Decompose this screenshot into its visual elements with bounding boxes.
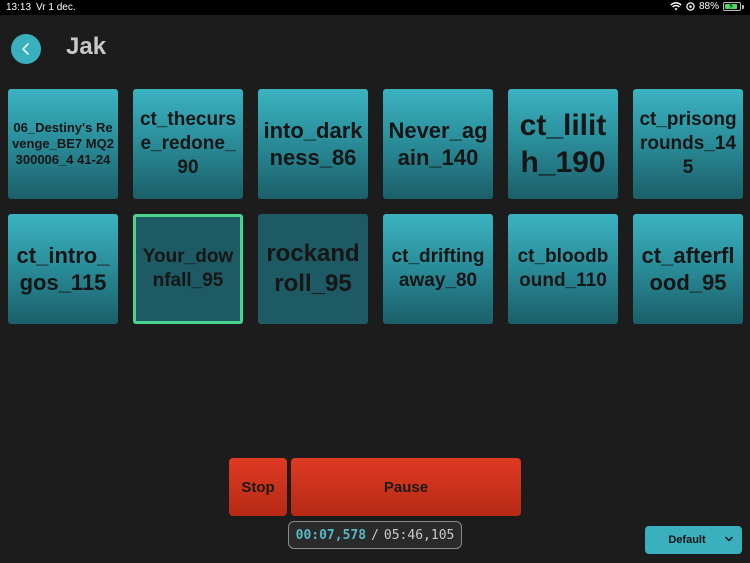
- sound-tile-grid: 06_Destiny's Revenge_BE7 MQ2300006_4 41-…: [8, 89, 743, 324]
- sound-tile[interactable]: Never_again_140: [383, 89, 493, 199]
- charging-bolt-icon: ⚡: [728, 1, 735, 11]
- chevron-down-icon: [724, 536, 734, 542]
- sound-tile-label: ct_afterflood_95: [641, 242, 735, 296]
- sound-tile[interactable]: ct_lilith_190: [508, 89, 618, 199]
- status-indicators: 88% ⚡: [670, 1, 744, 12]
- preset-selected-value: Default: [668, 534, 706, 546]
- sound-tile-label: ct_lilith_190: [519, 108, 607, 180]
- chevron-left-icon: [22, 43, 29, 55]
- app-screen: 13:13 Vr 1 dec. 88% ⚡ Jak 06_Destiny's R…: [0, 0, 750, 563]
- elapsed-time: 00:07,578: [295, 527, 367, 543]
- sound-tile-label: Never_again_140: [388, 117, 488, 171]
- sound-tile-label: ct_bloodbound_110: [517, 246, 609, 291]
- playback-time-display: 00:07,578 / 05:46,105: [288, 521, 462, 549]
- battery-percent: 88%: [698, 1, 719, 12]
- sound-tile[interactable]: 06_Destiny's Revenge_BE7 MQ2300006_4 41-…: [8, 89, 118, 199]
- pause-button[interactable]: Pause: [291, 458, 521, 516]
- sound-tile-label: rockandroll_95: [266, 240, 360, 297]
- sound-tile[interactable]: ct_driftingaway_80: [383, 214, 493, 324]
- sound-tile-label: ct_thecurse_redone_90: [139, 109, 237, 178]
- status-time: 13:13: [6, 2, 32, 13]
- stop-button[interactable]: Stop: [229, 458, 287, 516]
- page-title: Jak: [66, 33, 107, 60]
- back-button[interactable]: [11, 34, 41, 64]
- sound-tile[interactable]: into_darkness_86: [258, 89, 368, 199]
- sound-tile-label: ct_driftingaway_80: [391, 246, 485, 291]
- sound-tile[interactable]: Your_downfall_95: [133, 214, 243, 324]
- sound-tile-label: ct_intro_gos_115: [16, 242, 110, 296]
- sound-tile[interactable]: ct_bloodbound_110: [508, 214, 618, 324]
- sound-tile-label: into_darkness_86: [263, 117, 363, 171]
- wifi-icon: [670, 2, 682, 11]
- sound-tile-label: ct_prisongrounds_145: [639, 109, 737, 178]
- battery-icon: ⚡: [723, 1, 741, 11]
- sound-tile-label: Your_downfall_95: [142, 246, 234, 291]
- time-separator: /: [371, 527, 379, 543]
- sound-tile[interactable]: ct_prisongrounds_145: [633, 89, 743, 199]
- total-time: 05:46,105: [383, 527, 455, 543]
- status-bar: 13:13 Vr 1 dec. 88% ⚡: [0, 0, 750, 15]
- orientation-lock-icon: [686, 2, 695, 11]
- sound-tile[interactable]: rockandroll_95: [258, 214, 368, 324]
- battery-cap: [742, 4, 744, 9]
- status-date: Vr 1 dec.: [36, 2, 76, 13]
- sound-tile[interactable]: ct_intro_gos_115: [8, 214, 118, 324]
- sound-tile[interactable]: ct_afterflood_95: [633, 214, 743, 324]
- preset-select[interactable]: Default: [645, 526, 742, 554]
- sound-tile-label: 06_Destiny's Revenge_BE7 MQ2300006_4 41-…: [12, 119, 114, 168]
- sound-tile[interactable]: ct_thecurse_redone_90: [133, 89, 243, 199]
